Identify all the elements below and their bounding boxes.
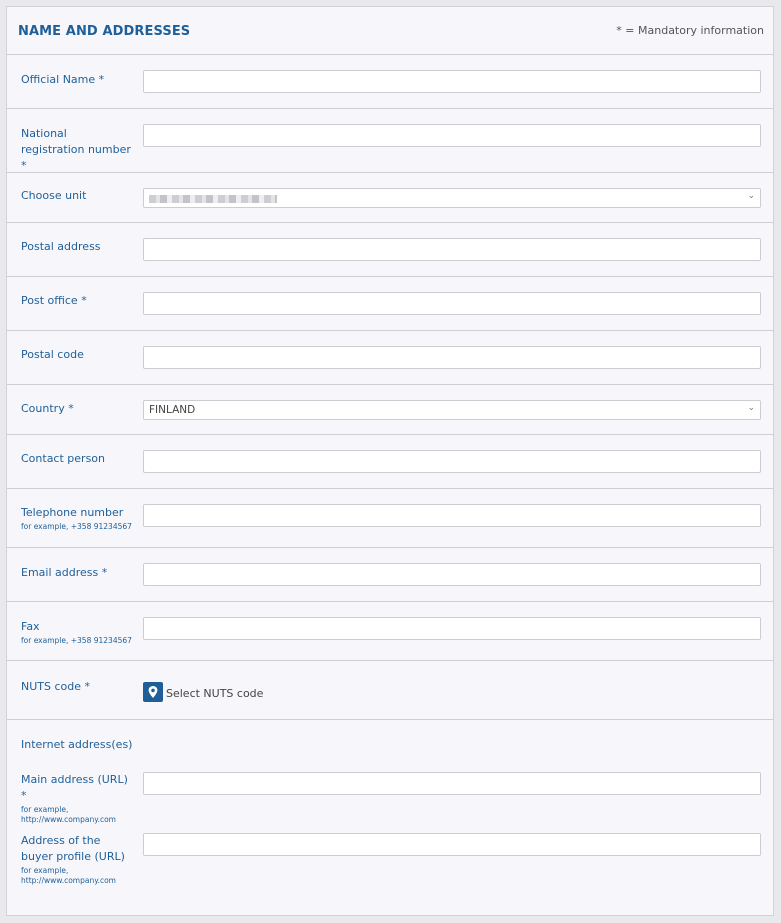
buyer-profile-label-text: Address of the buyer profile (URL)	[21, 834, 125, 863]
select-nuts-button[interactable]	[143, 682, 163, 702]
fax-input[interactable]	[143, 617, 761, 640]
telephone-label-text: Telephone number	[21, 506, 124, 519]
fax-label: Fax for example, +358 91234567	[21, 619, 133, 646]
postal-code-label: Postal code	[21, 348, 84, 361]
country-select[interactable]: FINLAND ⌄	[143, 400, 761, 420]
post-office-label: Post office *	[21, 294, 87, 307]
national-registration-label: National registration number *	[21, 127, 131, 172]
buyer-profile-input[interactable]	[143, 833, 761, 856]
contact-person-input[interactable]	[143, 450, 761, 473]
row-choose-unit: Choose unit ⌄	[7, 173, 773, 223]
map-pin-icon	[148, 686, 158, 698]
email-label: Email address *	[21, 566, 108, 579]
chevron-down-icon: ⌄	[747, 191, 755, 201]
choose-unit-label: Choose unit	[21, 189, 87, 202]
panel-header: NAME AND ADDRESSES * = Mandatory informa…	[7, 7, 773, 55]
row-postal-address: Postal address	[7, 223, 773, 277]
chevron-down-icon: ⌄	[747, 403, 755, 413]
main-address-label: Main address (URL) * for example, http:/…	[21, 772, 133, 825]
fax-hint: for example, +358 91234567	[21, 636, 132, 645]
choose-unit-select[interactable]: ⌄	[143, 188, 761, 208]
contact-person-label: Contact person	[21, 452, 105, 465]
fax-label-text: Fax	[21, 620, 40, 633]
row-email: Email address *	[7, 548, 773, 602]
telephone-hint: for example, +358 91234567	[21, 522, 132, 531]
official-name-label: Official Name *	[21, 73, 105, 86]
row-official-name: Official Name *	[7, 55, 773, 109]
telephone-label: Telephone number for example, +358 91234…	[21, 505, 133, 532]
section-internet-addresses: Internet address(es) Main address (URL) …	[7, 720, 773, 917]
redacted-unit-value	[149, 195, 277, 203]
official-name-input[interactable]	[143, 70, 761, 93]
buyer-profile-label: Address of the buyer profile (URL) for e…	[21, 833, 133, 886]
country-label: Country *	[21, 402, 74, 415]
row-national-registration: National registration number *	[7, 109, 773, 173]
mandatory-note: * = Mandatory information	[616, 24, 764, 37]
name-and-addresses-panel: NAME AND ADDRESSES * = Mandatory informa…	[6, 6, 774, 916]
row-fax: Fax for example, +358 91234567	[7, 602, 773, 661]
postal-code-input[interactable]	[143, 346, 761, 369]
postal-address-input[interactable]	[143, 238, 761, 261]
nuts-code-label: NUTS code *	[21, 680, 91, 693]
main-address-hint: for example, http://www.company.com	[21, 805, 116, 824]
main-address-input[interactable]	[143, 772, 761, 795]
post-office-input[interactable]	[143, 292, 761, 315]
country-selected-value: FINLAND	[149, 404, 196, 416]
panel-title: NAME AND ADDRESSES	[18, 24, 191, 39]
postal-address-label: Postal address	[21, 240, 101, 253]
internet-addresses-heading: Internet address(es)	[21, 738, 133, 751]
main-address-label-text: Main address (URL) *	[21, 773, 128, 802]
row-post-office: Post office *	[7, 277, 773, 331]
select-nuts-label[interactable]: Select NUTS code	[166, 687, 263, 700]
email-input[interactable]	[143, 563, 761, 586]
row-nuts-code: NUTS code * Select NUTS code	[7, 661, 773, 720]
buyer-profile-hint: for example, http://www.company.com	[21, 866, 116, 885]
national-registration-input[interactable]	[143, 124, 761, 147]
row-contact-person: Contact person	[7, 435, 773, 489]
row-telephone: Telephone number for example, +358 91234…	[7, 489, 773, 548]
telephone-input[interactable]	[143, 504, 761, 527]
row-postal-code: Postal code	[7, 331, 773, 385]
row-country: Country * FINLAND ⌄	[7, 385, 773, 435]
